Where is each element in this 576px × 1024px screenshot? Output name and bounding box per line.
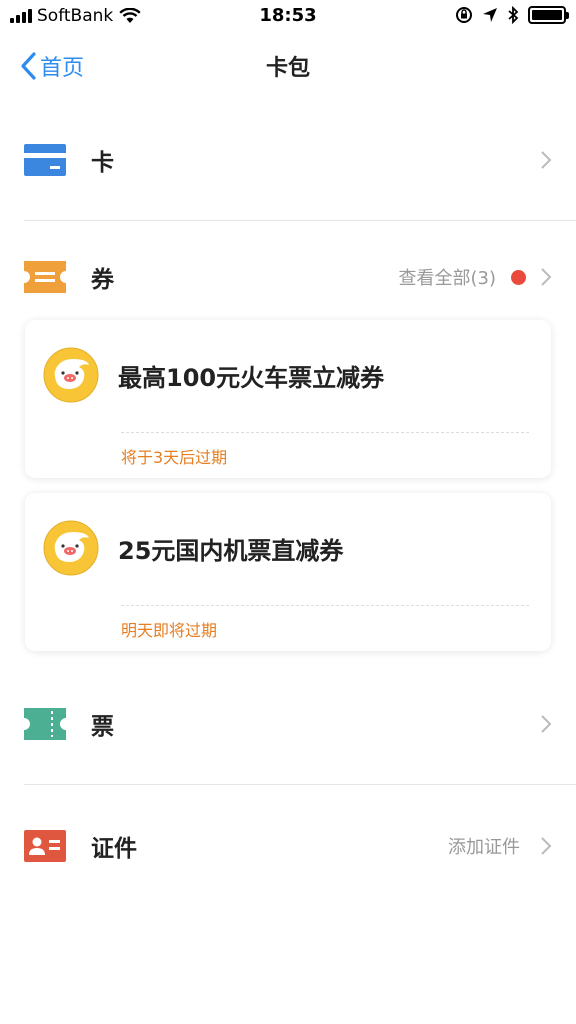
coupon-card[interactable]: 25元国内机票直减券 明天即将过期 bbox=[25, 493, 551, 651]
coupon-expire-text: 明天即将过期 bbox=[121, 621, 218, 640]
coupon-title: 最高100元火车票立减券 bbox=[118, 364, 385, 392]
unread-badge bbox=[511, 269, 526, 285]
chevron-right-icon bbox=[541, 151, 552, 169]
fliggy-logo-icon bbox=[43, 520, 99, 576]
nav-bar: 首页 卡包 bbox=[0, 32, 576, 96]
chevron-right-icon bbox=[541, 268, 552, 286]
coupon-expire-text: 将于3天后过期 bbox=[121, 448, 228, 467]
status-bar-right bbox=[455, 6, 569, 24]
ticket-icon bbox=[24, 708, 66, 740]
ids-row[interactable]: 证件 添加证件 bbox=[0, 806, 576, 886]
orientation-lock-icon bbox=[456, 7, 472, 23]
battery-icon bbox=[528, 6, 569, 24]
coupon-card[interactable]: 最高100元火车票立减券 将于3天后过期 bbox=[25, 320, 551, 478]
status-bar: SoftBank 18:53 bbox=[0, 0, 576, 32]
cards-label: 卡 bbox=[91, 150, 114, 176]
tickets-row[interactable]: 票 bbox=[0, 684, 576, 764]
coupon-title: 25元国内机票直减券 bbox=[118, 537, 344, 565]
chevron-right-icon bbox=[541, 837, 552, 855]
id-card-icon bbox=[24, 830, 66, 862]
coupons-row[interactable]: 券 查看全部(3) bbox=[0, 237, 576, 317]
divider bbox=[24, 220, 576, 221]
dashed-divider bbox=[121, 605, 529, 606]
coupon-icon bbox=[24, 261, 66, 293]
divider bbox=[24, 784, 576, 785]
fliggy-logo-icon bbox=[43, 347, 99, 403]
cards-row[interactable]: 卡 bbox=[0, 120, 576, 200]
page-title: 卡包 bbox=[265, 56, 310, 81]
coupons-label: 券 bbox=[91, 267, 114, 293]
add-id-link[interactable]: 添加证件 bbox=[448, 833, 520, 859]
view-all-link[interactable]: 查看全部(3) bbox=[399, 264, 497, 290]
tickets-label: 票 bbox=[91, 714, 114, 740]
ids-label: 证件 bbox=[91, 836, 137, 862]
bluetooth-icon bbox=[508, 6, 519, 24]
credit-card-icon bbox=[24, 144, 66, 176]
chevron-right-icon bbox=[541, 715, 552, 733]
location-icon bbox=[483, 8, 497, 22]
dashed-divider bbox=[121, 432, 529, 433]
